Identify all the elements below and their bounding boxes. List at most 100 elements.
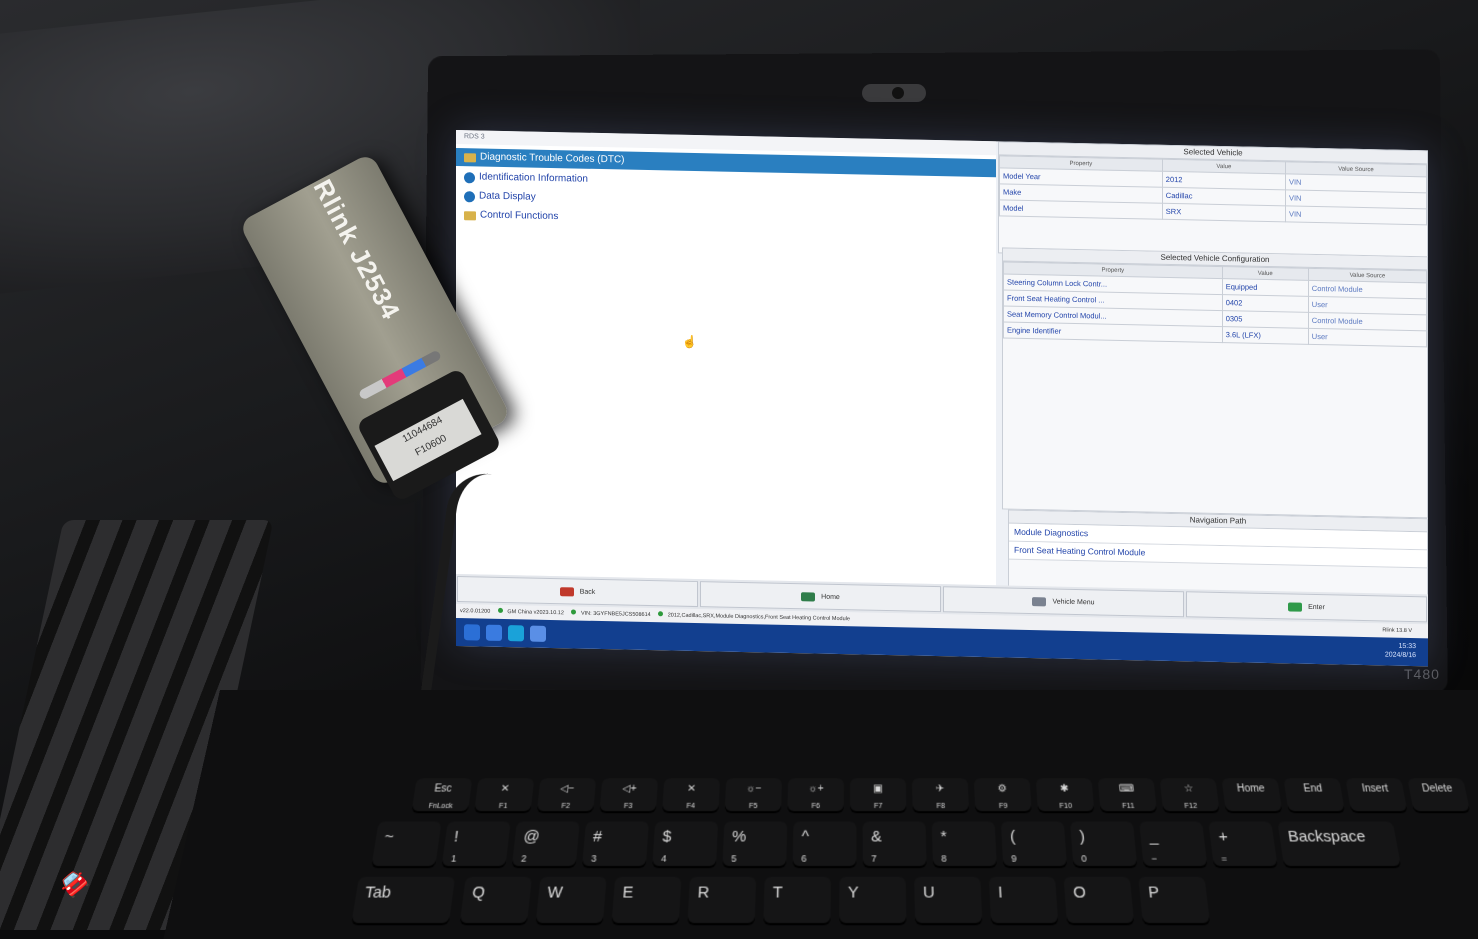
source-cell: User — [1308, 328, 1426, 346]
data-circle-icon — [464, 191, 475, 202]
key-num-11[interactable]: _ − — [1139, 821, 1208, 868]
file-explorer-icon[interactable] — [486, 625, 502, 641]
key-label: * — [940, 828, 947, 846]
key-letter-1[interactable]: Q — [460, 877, 532, 925]
key-label: ☼+ — [808, 783, 824, 794]
value-cell: 3.6L (LFX) — [1222, 327, 1308, 345]
key-label: # — [592, 828, 602, 846]
key-fn-12[interactable]: ☆ F12 — [1160, 778, 1220, 813]
key-num-10[interactable]: ) 0 — [1070, 821, 1137, 868]
vehicle-menu-button[interactable]: Vehicle Menu — [943, 586, 1184, 617]
edge-browser-icon[interactable] — [508, 625, 524, 641]
value-cell: 0402 — [1222, 295, 1308, 313]
key-label: ) — [1079, 828, 1086, 846]
key-sublabel: − — [1151, 853, 1158, 864]
key-label: ⌨ — [1119, 783, 1135, 794]
key-num-4[interactable]: $4 — [652, 821, 718, 868]
key-fn-9[interactable]: ⚙ F9 — [974, 778, 1032, 813]
key-label: ☆ — [1183, 783, 1194, 794]
key-fn-6[interactable]: ☼+ F6 — [787, 778, 843, 813]
key-label: & — [871, 828, 882, 846]
key-num-9[interactable]: (9 — [1001, 821, 1067, 868]
key-num-8[interactable]: * 8 — [932, 821, 997, 868]
key-num-6[interactable]: ^ 6 — [793, 821, 857, 868]
status-ok-icon — [658, 611, 663, 616]
key-fn-4[interactable]: ✕ F4 — [662, 778, 720, 813]
key-fn-5[interactable]: ☼− F5 — [725, 778, 782, 813]
key-letter-9[interactable]: O — [1064, 877, 1135, 925]
home-button[interactable]: Home — [700, 581, 941, 612]
key-label: Esc — [434, 783, 453, 794]
key-label: U — [923, 883, 935, 902]
key-letter-6[interactable]: Y — [839, 877, 906, 925]
webcam-lens-icon — [892, 87, 904, 99]
back-arrow-icon — [560, 587, 574, 596]
key-letter-10[interactable]: P — [1138, 877, 1210, 925]
key-fn-8[interactable]: ✈ F8 — [912, 778, 969, 813]
key-letter-7[interactable]: U — [914, 877, 982, 925]
menu-item-control-functions[interactable]: Control Functions — [464, 206, 558, 226]
key-fn-3[interactable]: ◁+ F3 — [599, 778, 658, 813]
key-label: End — [1303, 783, 1323, 794]
key-letter-3[interactable]: E — [611, 877, 681, 925]
key-num-13[interactable]: Backspace — [1277, 821, 1401, 868]
key-num-1[interactable]: ! 1 — [441, 821, 510, 868]
back-button[interactable]: Back — [457, 576, 698, 607]
menu-item-identification[interactable]: Identification Information — [464, 168, 588, 189]
key-sublabel: F2 — [561, 803, 570, 810]
key-sublabel: F10 — [1059, 803, 1072, 810]
key-sublabel: FnLock — [428, 803, 453, 810]
key-fn-7[interactable]: ▣ F7 — [850, 778, 906, 813]
key-letter-4[interactable]: R — [687, 877, 756, 925]
vehicle-menu-label: Vehicle Menu — [1052, 598, 1094, 606]
key-sublabel: F3 — [624, 803, 633, 810]
key-letter-5[interactable]: T — [763, 877, 831, 925]
key-label: $ — [662, 828, 672, 846]
key-sublabel: F1 — [498, 803, 507, 810]
key-label: ( — [1010, 828, 1016, 846]
menu-item-label: Identification Information — [479, 168, 588, 188]
menu-item-label: Diagnostic Trouble Codes (DTC) — [480, 149, 625, 170]
voltage-readout: Rlink 13.8 V — [1382, 623, 1412, 638]
key-num-0[interactable]: ~ — [371, 821, 441, 868]
system-tray[interactable]: 15:33 2024/8/16 — [1385, 641, 1416, 660]
vehicle-configuration-panel: Selected Vehicle Configuration Property … — [1002, 247, 1428, 518]
key-sublabel: 2 — [521, 853, 528, 864]
key-label: I — [998, 883, 1003, 902]
key-label: @ — [523, 828, 541, 846]
key-fn-13[interactable]: Home — [1222, 778, 1283, 813]
status-ok-icon — [571, 609, 576, 614]
key-num-7[interactable]: & 7 — [863, 821, 927, 868]
vehicle-menu-icon — [1032, 597, 1046, 606]
key-fn-11[interactable]: ⌨ F11 — [1098, 778, 1157, 813]
key-label: Home — [1236, 783, 1265, 794]
key-label: ✈ — [936, 783, 945, 794]
key-letter-2[interactable]: W — [535, 877, 606, 925]
key-num-3[interactable]: #3 — [582, 821, 649, 868]
key-fn-14[interactable]: End — [1283, 778, 1345, 813]
value-cell: Equipped — [1222, 279, 1308, 297]
key-fn-10[interactable]: ✱ F10 — [1036, 778, 1095, 813]
value-cell: 0305 — [1222, 311, 1308, 329]
key-fn-15[interactable]: Insert — [1345, 778, 1407, 813]
key-fn-16[interactable]: Delete — [1407, 778, 1470, 813]
key-fn-0[interactable]: Esc FnLock — [411, 778, 472, 813]
laptop-screen: RDS 3 Diagnostic Trouble Codes (DTC) Ide… — [456, 130, 1428, 666]
key-label: ✕ — [500, 783, 510, 794]
property-cell: Model — [1000, 200, 1163, 219]
key-sublabel: F12 — [1184, 803, 1197, 810]
app-icon[interactable] — [530, 626, 546, 642]
key-sublabel: F7 — [874, 803, 883, 810]
key-num-5[interactable]: % 5 — [722, 821, 787, 868]
menu-item-data-display[interactable]: Data Display — [464, 187, 536, 207]
key-letter-0[interactable]: Tab — [351, 877, 455, 925]
enter-button[interactable]: Enter — [1186, 591, 1427, 622]
key-num-2[interactable]: @2 — [512, 821, 580, 868]
key-letter-8[interactable]: I — [989, 877, 1059, 925]
key-num-12[interactable]: + = — [1208, 821, 1278, 868]
key-fn-2[interactable]: ◁− F2 — [537, 778, 596, 813]
key-label: + — [1217, 828, 1229, 846]
key-fn-1[interactable]: ✕ F1 — [474, 778, 534, 813]
key-label: Insert — [1361, 783, 1389, 794]
home-button-label: Home — [821, 593, 840, 600]
